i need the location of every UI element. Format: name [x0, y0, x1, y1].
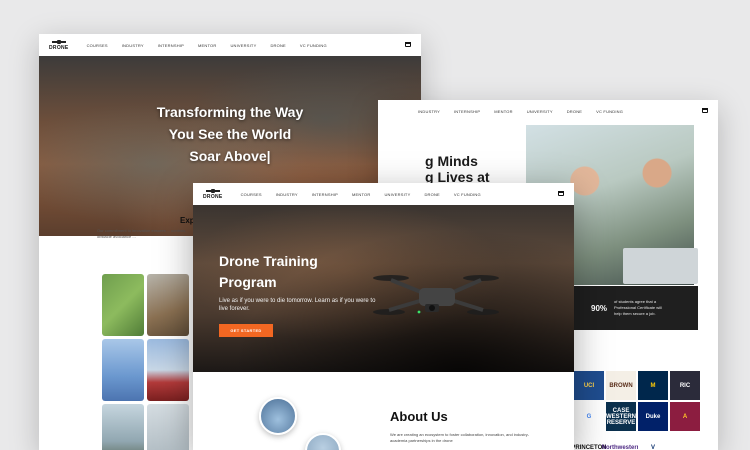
- nav-item-drone[interactable]: DRONE: [424, 192, 439, 197]
- nav-item-internship[interactable]: INTERNSHIP: [454, 109, 480, 114]
- hero-title: Drone Training Program: [219, 251, 318, 293]
- top-nav: DRONE COURSES INDUSTRY INTERNSHIP MENTOR…: [39, 34, 421, 56]
- nav-item-mentor[interactable]: MENTOR: [352, 192, 370, 197]
- stat-text-line: help them secure a job.: [614, 311, 656, 316]
- drone-image: [373, 275, 499, 315]
- photo-tile: [102, 404, 144, 450]
- about-title: About Us: [390, 409, 448, 424]
- university-logo: [670, 433, 700, 450]
- drone-logo[interactable]: DRONE: [203, 188, 223, 200]
- hero-line-3: Soar Above|: [189, 148, 271, 164]
- nav-menu: COURSES INDUSTRY INTERNSHIP MENTOR UNIVE…: [241, 192, 495, 197]
- nav-item-mentor[interactable]: MENTOR: [494, 109, 512, 114]
- stat-text: of students agree that a Professional Ce…: [614, 299, 662, 317]
- nav-item-industry[interactable]: INDUSTRY: [276, 192, 298, 197]
- nav-menu: INDUSTRY INTERNSHIP MENTOR UNIVERSITY DR…: [418, 109, 637, 114]
- nav-item-industry[interactable]: INDUSTRY: [418, 109, 440, 114]
- stat-box: 90% of students agree that a Professiona…: [574, 286, 698, 330]
- nav-item-university[interactable]: UNIVERSITY: [230, 43, 256, 48]
- nav-item-university[interactable]: UNIVERSITY: [384, 192, 410, 197]
- nav-item-drone[interactable]: DRONE: [567, 109, 582, 114]
- laptop-image: [623, 248, 698, 284]
- nav-item-courses[interactable]: COURSES: [87, 43, 108, 48]
- photo-tile: [102, 274, 144, 336]
- university-logo: V: [638, 433, 668, 450]
- nav-item-vc-funding[interactable]: VC FUNDING: [596, 109, 623, 114]
- section-body: Our commitment to innovation ensures ...…: [97, 228, 187, 239]
- cart-icon[interactable]: [405, 42, 411, 47]
- nav-item-vc-funding[interactable]: VC FUNDING: [454, 192, 481, 197]
- front-page: DRONE COURSES INDUSTRY INTERNSHIP MENTOR…: [193, 183, 574, 450]
- cart-icon[interactable]: [702, 108, 708, 113]
- nav-item-vc-funding[interactable]: VC FUNDING: [300, 43, 327, 48]
- photo-grid: [102, 274, 189, 450]
- university-logo: M: [638, 371, 668, 400]
- nav-menu: COURSES INDUSTRY INTERNSHIP MENTOR UNIVE…: [87, 43, 341, 48]
- photo-tile: [147, 404, 189, 450]
- university-logo: G: [574, 402, 604, 431]
- university-logo: RIC: [670, 371, 700, 400]
- stat-percent: 90%: [591, 303, 608, 313]
- photo-tile: [147, 274, 189, 336]
- hero-subtitle: Live as if you were to die tomorrow. Lea…: [219, 298, 376, 312]
- nav-item-mentor[interactable]: MENTOR: [198, 43, 216, 48]
- nav-item-internship[interactable]: INTERNSHIP: [158, 43, 184, 48]
- top-nav: DRONE COURSES INDUSTRY INTERNSHIP MENTOR…: [193, 183, 574, 205]
- drone-icon: [51, 39, 66, 45]
- hero-line-2: You See the World: [168, 126, 292, 142]
- university-logo: BROWN: [606, 371, 636, 400]
- hero-title-line-1: Drone Training: [219, 253, 318, 269]
- drone-logo[interactable]: DRONE: [49, 39, 69, 51]
- about-body: We are creating an ecosystem to foster c…: [390, 432, 530, 443]
- university-logo: UCI: [574, 371, 604, 400]
- university-logo: PRINCETON: [571, 433, 607, 450]
- top-nav: INDUSTRY INTERNSHIP MENTOR UNIVERSITY DR…: [378, 100, 718, 122]
- university-logo: Northwestern: [602, 433, 640, 450]
- drone-icon: [205, 188, 220, 194]
- nav-item-internship[interactable]: INTERNSHIP: [312, 192, 338, 197]
- nav-item-university[interactable]: UNIVERSITY: [527, 109, 553, 114]
- university-logos: UCI BROWN M RIC G CASE WESTERN RESERVE Duke A PR…: [571, 371, 700, 450]
- university-logo: Duke: [638, 402, 668, 431]
- headline: g Minds g Lives at: [425, 153, 490, 185]
- university-logo: CASE WESTERN RESERVE: [606, 402, 636, 431]
- headline-line-1: g Minds: [425, 153, 478, 169]
- logo-text: DRONE: [203, 194, 223, 200]
- cart-icon[interactable]: [558, 191, 564, 196]
- logo-text: DRONE: [49, 45, 69, 51]
- hero-title-line-2: Program: [219, 274, 277, 290]
- nav-item-courses[interactable]: COURSES: [241, 192, 262, 197]
- university-logo: A: [670, 402, 700, 431]
- hero-line-1: Transforming the Way: [156, 104, 304, 120]
- nav-item-drone[interactable]: DRONE: [270, 43, 285, 48]
- get-started-button[interactable]: GET STARTED: [219, 324, 273, 337]
- drone-photo-circle: [305, 433, 341, 450]
- photo-tile: [147, 339, 189, 401]
- photo-tile: [102, 339, 144, 401]
- nav-item-industry[interactable]: INDUSTRY: [122, 43, 144, 48]
- drone-photo-circle: [259, 397, 297, 435]
